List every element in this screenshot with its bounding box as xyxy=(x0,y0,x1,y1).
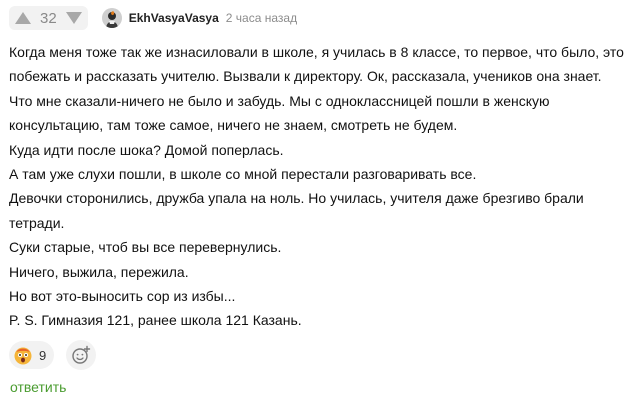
avatar-image-icon xyxy=(101,8,122,28)
avatar[interactable] xyxy=(101,8,122,28)
shocked-face-icon xyxy=(14,347,32,365)
comment-text-line: Девочки сторонились, дружба упала на нол… xyxy=(9,190,584,207)
add-emoji-icon xyxy=(72,345,91,364)
comment-text-line: тетради. xyxy=(9,214,65,231)
reaction-count: 9 xyxy=(39,347,47,363)
comment-text-line: Ничего, выжила, пережила. xyxy=(9,263,189,280)
username-link[interactable]: EkhVasyaVasya xyxy=(129,11,219,25)
comment-text-line: Суки старые, чтоб вы все перевернулись. xyxy=(9,239,282,256)
downvote-arrow-icon[interactable] xyxy=(65,12,82,24)
comment-text-line: Куда идти после шока? Домой поперлась. xyxy=(9,141,284,158)
comment-timestamp: 2 часа назад xyxy=(225,11,298,25)
add-reaction-button[interactable] xyxy=(66,340,97,370)
reaction-shocked-button[interactable]: 9 xyxy=(9,341,55,369)
comment-text-line: Что мне сказали-ничего не было и забудь.… xyxy=(9,92,550,109)
comment-text-line: консультацию, там тоже самое, ничего не … xyxy=(9,117,458,134)
comment-text-line: Но вот это-выносить сор из избы... xyxy=(9,288,236,305)
reply-link[interactable]: ответить xyxy=(10,379,66,395)
comment-text-line: Когда меня тоже так же изнасиловали в шк… xyxy=(9,44,624,60)
comment-header: 32 EkhVasyaVasya 2 часа назад xyxy=(9,6,297,30)
comment-text-line: побежать и рассказать учителю. Вызвали к… xyxy=(9,68,602,85)
upvote-arrow-icon[interactable] xyxy=(15,12,31,24)
vote-control: 32 xyxy=(9,6,88,30)
comment-body: Когда меня тоже так же изнасиловали в шк… xyxy=(9,40,634,333)
comment-text-line: P. S. Гимназия 121, ранее школа 121 Каза… xyxy=(9,312,302,329)
vote-score: 32 xyxy=(40,9,57,27)
comment-text-line: А там уже слухи пошли, в школе со мной п… xyxy=(9,166,477,183)
reactions-bar: 9 xyxy=(9,340,97,370)
